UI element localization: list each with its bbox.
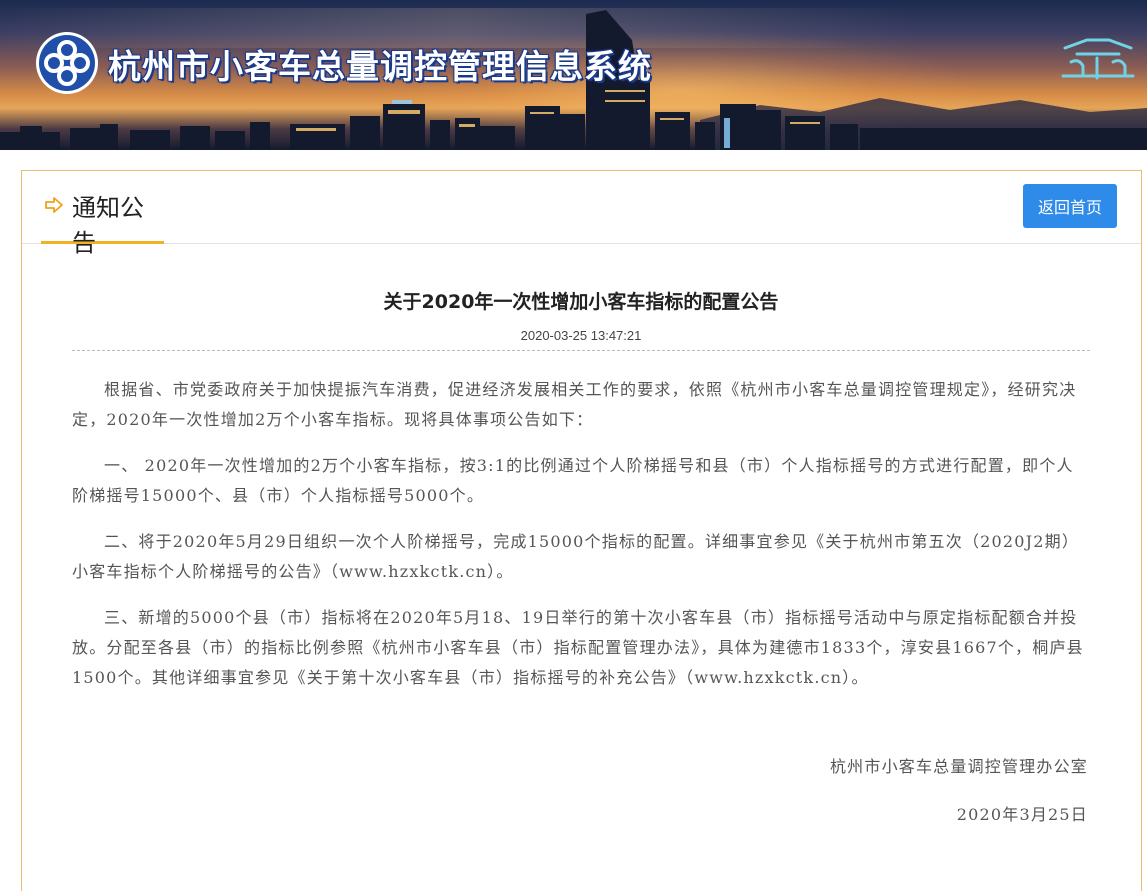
- tab-notices[interactable]: 通知公告: [41, 171, 164, 257]
- paragraph: 一、 2020年一次性增加的2万个小客车指标，按3:1的比例通过个人阶梯摇号和县…: [72, 456, 1074, 505]
- article-date: 2020-03-25 13:47:21: [520, 328, 642, 343]
- article-title: 关于2020年一次性增加小客车指标的配置公告: [383, 291, 779, 313]
- paragraph: 三、新增的5000个县（市）指标将在2020年5月18、19日举行的第十次小客车…: [72, 608, 1084, 687]
- signature-org: 杭州市小客车总量调控管理办公室: [829, 757, 1088, 776]
- header-banner: 杭州市小客车总量调控管理信息系统: [0, 0, 1147, 150]
- paragraph: 二、将于2020年5月29日组织一次个人阶梯摇号，完成15000个指标的配置。详…: [72, 532, 1080, 581]
- panel-header: 通知公告 返回首页: [22, 171, 1141, 257]
- back-home-button[interactable]: 返回首页: [1023, 184, 1117, 228]
- signature-date: 2020年3月25日: [956, 805, 1088, 824]
- arrow-right-icon: [45, 197, 63, 213]
- notice-panel: 通知公告 返回首页 关于2020年一次性增加小客车指标的配置公告 2020-03…: [21, 170, 1142, 891]
- article-body: 根据省、市党委政府关于加快提振汽车消费，促进经济发展相关工作的要求，依照《杭州市…: [72, 375, 1090, 693]
- knot-logo-icon: [36, 32, 98, 94]
- paragraph: 根据省、市党委政府关于加快提振汽车消费，促进经济发展相关工作的要求，依照《杭州市…: [72, 380, 1077, 429]
- site-title: 杭州市小客车总量调控管理信息系统: [108, 47, 652, 86]
- article: 关于2020年一次性增加小客车指标的配置公告 2020-03-25 13:47:…: [72, 243, 1090, 824]
- divider: [72, 350, 1090, 351]
- city-emblem-icon: [1061, 38, 1135, 80]
